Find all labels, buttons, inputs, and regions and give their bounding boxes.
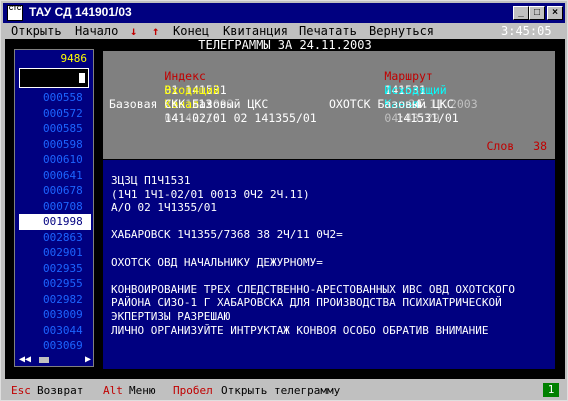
menu-start[interactable]: Начало (75, 24, 118, 39)
list-item[interactable]: 002935 (19, 261, 91, 277)
list-item[interactable]: 003069 (19, 338, 91, 354)
base-source: Базовая СКК Базовый ЦКС (109, 97, 269, 111)
menu-open[interactable]: Открыть (11, 24, 62, 39)
scroll-right-icon[interactable]: ▶ (85, 355, 91, 365)
list-item[interactable]: 000708 (19, 199, 91, 215)
search-input[interactable] (19, 68, 89, 88)
close-button[interactable]: × (547, 6, 563, 20)
words-value: 38 (533, 139, 547, 153)
list-item[interactable]: 000641 (19, 168, 91, 184)
list-item[interactable]: 003044 (19, 323, 91, 339)
list-item[interactable]: 003009 (19, 307, 91, 323)
scroll-left-icon[interactable]: ◀◀ (19, 355, 31, 365)
list-item[interactable]: 000572 (19, 106, 91, 122)
status-bar: Esc Возврат Alt Меню Пробел Открыть теле… (3, 381, 565, 400)
message-line: ЭКПЕРТИЗЫ РАЗРЕШАЮ (111, 310, 231, 323)
list-item[interactable]: 000598 (19, 137, 91, 153)
scroll-thumb[interactable] (39, 357, 49, 363)
telegram-list-panel: 9486 000558 000572 000585 000598 000610 00064… (14, 49, 94, 367)
menu-down[interactable]: ↓ (130, 24, 137, 39)
alt-hint: Меню (129, 384, 156, 397)
channel-out-value: 141531/01 (396, 111, 459, 125)
message-line: ЛИЧНО ОРГАНИЗУЙТЕ ИНТРУКТАЖ КОНВОЯ ОСОБО… (111, 323, 489, 337)
menu-end[interactable]: Конец (173, 24, 209, 39)
menu-print[interactable]: Печатать (299, 24, 357, 39)
app-icon[interactable]: CTC (7, 5, 23, 21)
list-item[interactable]: 002982 (19, 292, 91, 308)
page-badge: 1 (543, 383, 559, 397)
title-bar: CTC ТАУ СД 141901/03 _ □ × (3, 3, 565, 23)
message-line: РАЙОНА СИЗО-1 Г ХАБАРОВСКА ДЛЯ ПРОИЗВОДС… (111, 296, 502, 310)
window-title: ТАУ СД 141901/03 (29, 5, 132, 19)
app-icon-label: CTC (8, 6, 22, 12)
menu-receipt[interactable]: Квитанция (223, 24, 288, 39)
alt-key[interactable]: Alt (103, 381, 123, 400)
list-item[interactable]: 000610 (19, 152, 91, 168)
space-hint: Открыть телеграмму (221, 384, 341, 397)
telegram-info-panel: Индекс 01 141531 24.11.2003 Маршрут 1415… (103, 51, 555, 159)
base-destination: ОХОТСК Базовый ЦКС (329, 97, 454, 111)
message-line: КОНВОИРОВАНИЕ ТРЕХ СЛЕДСТВЕННО-АРЕСТОВАН… (111, 282, 515, 296)
telegram-text[interactable]: ЗЦЗЦ П1Ч1531 (1Ч1 1Ч1-02/01 0013 0Ч2 2Ч.1… (103, 160, 555, 369)
menu-bar: Открыть Начало ↓ ↑ Конец Квитанция Печат… (3, 24, 565, 39)
minimize-button[interactable]: _ (513, 6, 529, 20)
telegram-count: 9486 (60, 52, 88, 65)
menu-up[interactable]: ↑ (152, 24, 159, 39)
space-key[interactable]: Пробел (173, 381, 213, 400)
channel-value: 141-02/01 02 141355/01 (164, 111, 317, 125)
list-item[interactable]: 000678 (19, 183, 91, 199)
horizontal-scrollbar[interactable]: ◀◀ ▶ (19, 355, 91, 365)
message-line: ХАБАРОВСК 1Ч1355/7368 38 2Ч/11 0Ч2= (111, 228, 343, 242)
word-count: Слов 38 (487, 139, 548, 153)
app-window: CTC ТАУ СД 141901/03 _ □ × Открыть Начал… (0, 0, 568, 401)
list-item[interactable]: 000558 (19, 90, 91, 106)
list-item[interactable]: 001998 (19, 214, 91, 230)
words-label: Слов (486, 139, 515, 153)
message-line: А/О 02 1Ч1355/01 (111, 201, 217, 215)
list-item[interactable]: 000585 (19, 121, 91, 137)
list-item[interactable]: 002955 (19, 276, 91, 292)
message-line: ЗЦЗЦ П1Ч1531 (111, 174, 191, 187)
esc-key[interactable]: Esc (11, 381, 31, 400)
text-cursor (79, 73, 85, 83)
list-item[interactable]: 002863 (19, 230, 91, 246)
esc-hint: Возврат (37, 384, 84, 397)
maximize-button[interactable]: □ (529, 6, 545, 20)
message-line: (1Ч1 1Ч1-02/01 0013 0Ч2 2Ч.11) (111, 187, 310, 201)
message-line: ОХОТСК ОВД НАЧАЛЬНИКУ ДЕЖУРНОМУ= (111, 255, 323, 269)
clock: 3:45:05 (501, 24, 552, 38)
main-area: ТЕЛЕГРАММЫ ЗА 24.11.2003 9486 000558 0005… (5, 39, 565, 379)
telegram-list[interactable]: 000558 000572 000585 000598 000610 000641 0006… (19, 90, 91, 354)
list-item[interactable]: 002901 (19, 245, 91, 261)
menu-return[interactable]: Вернуться (369, 24, 434, 39)
